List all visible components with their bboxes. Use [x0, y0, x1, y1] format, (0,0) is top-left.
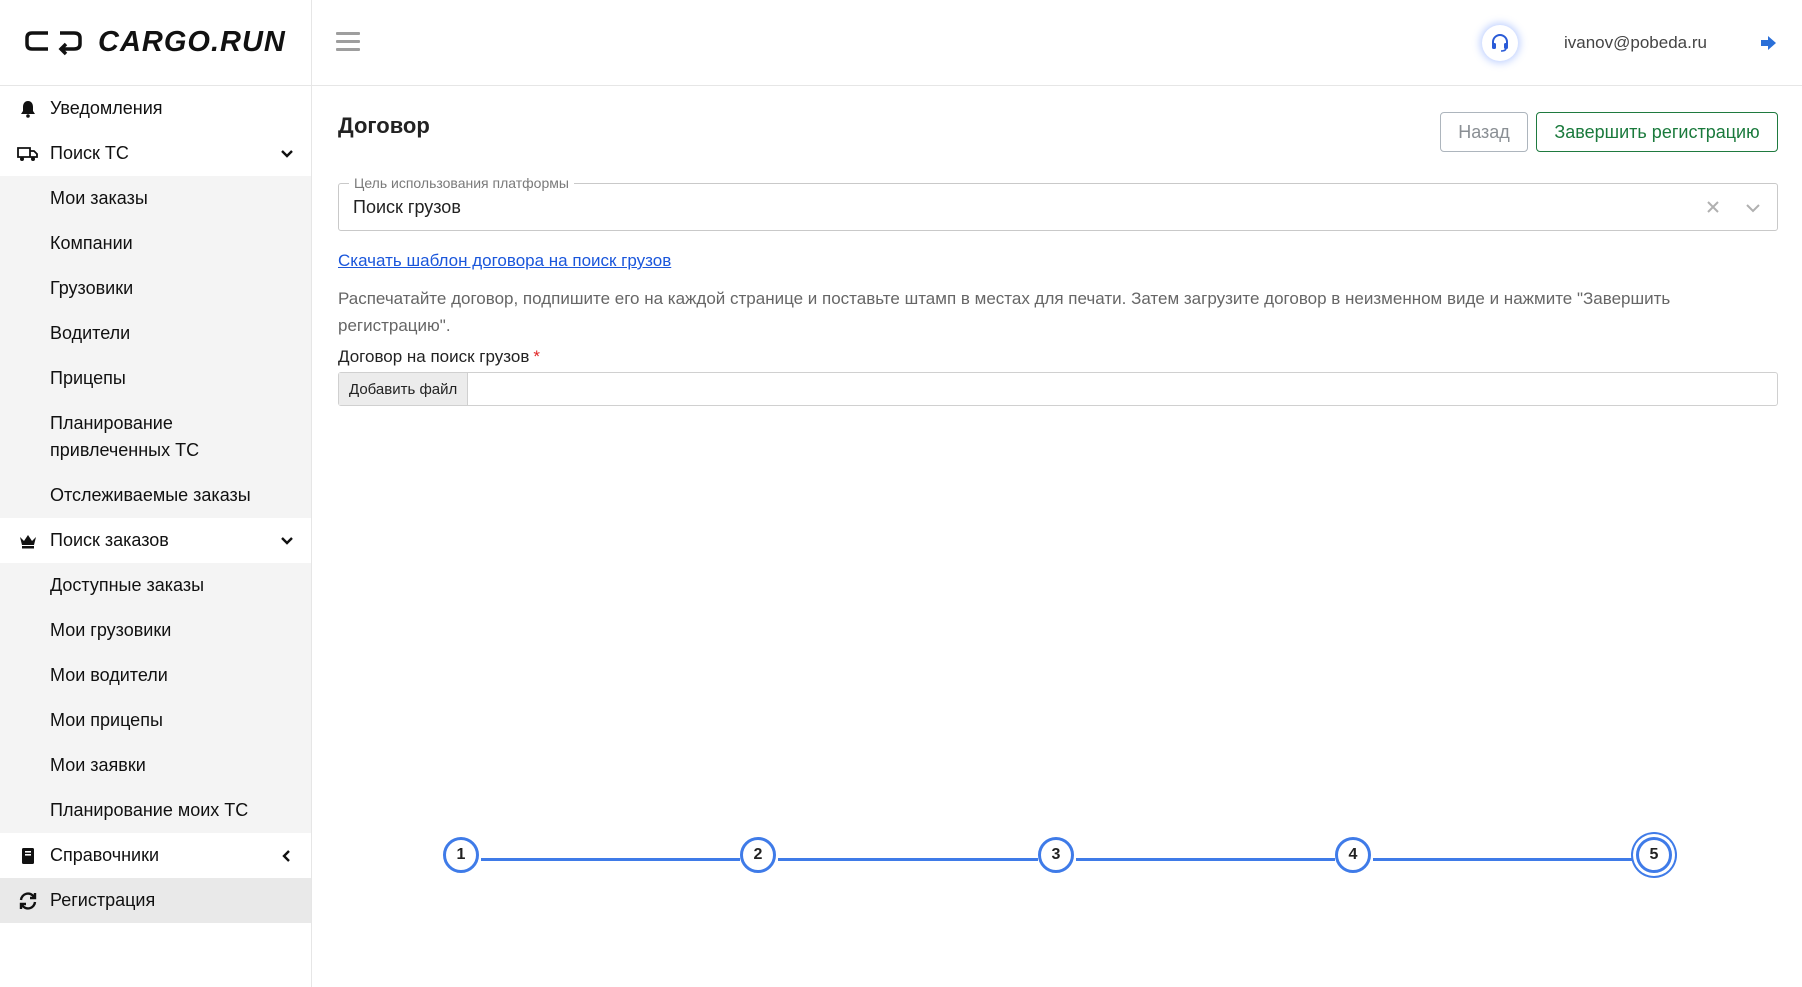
sidebar-item-order-search[interactable]: Поиск заказов [0, 518, 311, 563]
sidebar-item-tracked-orders[interactable]: Отслеживаемые заказы [0, 473, 311, 518]
truck-icon [17, 143, 39, 165]
required-mark: * [533, 347, 540, 366]
sidebar-item-trailers[interactable]: Прицепы [0, 356, 311, 401]
brand-name: CARGO.RUN [98, 26, 286, 58]
sidebar-item-label: Мои заявки [50, 755, 146, 775]
sidebar-submenu-vehicle-search: Мои заказы Компании Грузовики Водители П… [0, 176, 311, 518]
sidebar-item-my-requests[interactable]: Мои заявки [0, 743, 311, 788]
sidebar: CARGO.RUN Уведомления Поиск ТС Мои заказ… [0, 0, 312, 987]
sidebar-item-label: Мои водители [50, 665, 168, 685]
platform-purpose-select[interactable]: Цель использования платформы Поиск грузо… [338, 175, 1778, 231]
hamburger-menu-icon[interactable] [336, 32, 360, 52]
sidebar-item-label: Доступные заказы [50, 575, 205, 595]
bell-icon [17, 98, 39, 120]
cargo-run-logo-icon [25, 30, 82, 55]
sidebar-item-label: Планирование моих ТС [50, 800, 249, 820]
contract-file-label-text: Договор на поиск грузов [338, 347, 530, 366]
sidebar-submenu-order-search: Доступные заказы Мои грузовики Мои водит… [0, 563, 311, 833]
sidebar-item-directories[interactable]: Справочники [0, 833, 311, 878]
contract-file-label: Договор на поиск грузов * [338, 347, 540, 367]
chevron-down-icon[interactable] [279, 533, 295, 549]
sidebar-item-label: Уведомления [50, 98, 163, 118]
top-bar: ivanov@pobeda.ru [312, 0, 1802, 86]
sidebar-item-label: Регистрация [50, 890, 156, 910]
platform-purpose-value: Поиск грузов [353, 197, 461, 217]
sidebar-item-label: Мои прицепы [50, 710, 163, 730]
finish-registration-button[interactable]: Завершить регистрацию [1536, 112, 1778, 152]
sidebar-item-registration[interactable]: Регистрация [0, 878, 311, 923]
crown-icon [17, 530, 39, 552]
sidebar-item-label: Поиск заказов [50, 530, 169, 550]
sync-icon [17, 890, 39, 912]
add-file-button[interactable]: Добавить файл [339, 373, 469, 405]
book-icon [17, 845, 39, 867]
sidebar-item-companies[interactable]: Компании [0, 221, 311, 266]
step-3[interactable]: 3 [1038, 837, 1074, 873]
sidebar-item-vehicle-search[interactable]: Поиск ТС [0, 131, 311, 176]
sidebar-item-my-vehicle-planning[interactable]: Планирование моих ТС [0, 788, 311, 833]
back-button[interactable]: Назад [1440, 112, 1528, 152]
sidebar-item-label: Грузовики [50, 278, 134, 298]
headset-icon[interactable] [1482, 25, 1518, 61]
clear-icon[interactable] [1703, 197, 1723, 217]
sidebar-item-my-trailers[interactable]: Мои прицепы [0, 698, 311, 743]
sidebar-item-label: Водители [50, 323, 131, 343]
sidebar-item-label: Мои грузовики [50, 620, 172, 640]
chevron-down-icon[interactable] [1743, 198, 1763, 218]
chevron-down-icon[interactable] [279, 146, 295, 162]
step-4[interactable]: 4 [1335, 837, 1371, 873]
sidebar-item-label: Компании [50, 233, 133, 253]
page-title: Договор [338, 113, 430, 138]
sidebar-item-available-orders[interactable]: Доступные заказы [0, 563, 311, 608]
step-2[interactable]: 2 [740, 837, 776, 873]
sidebar-item-label: Справочники [50, 845, 160, 865]
sidebar-item-drivers[interactable]: Водители [0, 311, 311, 356]
chevron-left-icon[interactable] [279, 848, 295, 864]
step-1[interactable]: 1 [443, 837, 479, 873]
instructions-text: Распечатайте договор, подпишите его на к… [338, 289, 1671, 335]
step-5[interactable]: 5 [1636, 837, 1672, 873]
download-template-link[interactable]: Скачать шаблон договора на поиск грузов [338, 251, 671, 271]
contract-file-input[interactable]: Добавить файл [338, 372, 1778, 406]
sidebar-item-label: Прицепы [50, 368, 126, 388]
sidebar-item-trucks[interactable]: Грузовики [0, 266, 311, 311]
user-email[interactable]: ivanov@pobeda.ru [1564, 33, 1707, 53]
sidebar-item-my-drivers[interactable]: Мои водители [0, 653, 311, 698]
sidebar-item-hired-planning[interactable]: Планирование привлеченных ТС [0, 401, 311, 473]
sidebar-item-label: Мои заказы [50, 188, 148, 208]
sidebar-item-label: Отслеживаемые заказы [50, 485, 251, 505]
sidebar-item-my-orders[interactable]: Мои заказы [0, 176, 311, 221]
brand-logo[interactable]: CARGO.RUN [0, 0, 311, 86]
sidebar-item-label: Планирование привлеченных ТС [50, 413, 200, 460]
sidebar-item-my-trucks[interactable]: Мои грузовики [0, 608, 311, 653]
platform-purpose-legend: Цель использования платформы [349, 175, 574, 191]
sidebar-item-notifications[interactable]: Уведомления [0, 86, 311, 131]
sidebar-item-label: Поиск ТС [50, 143, 129, 163]
sidebar-nav: Уведомления Поиск ТС Мои заказы Компании… [0, 86, 311, 923]
sign-out-icon[interactable] [1759, 33, 1779, 53]
